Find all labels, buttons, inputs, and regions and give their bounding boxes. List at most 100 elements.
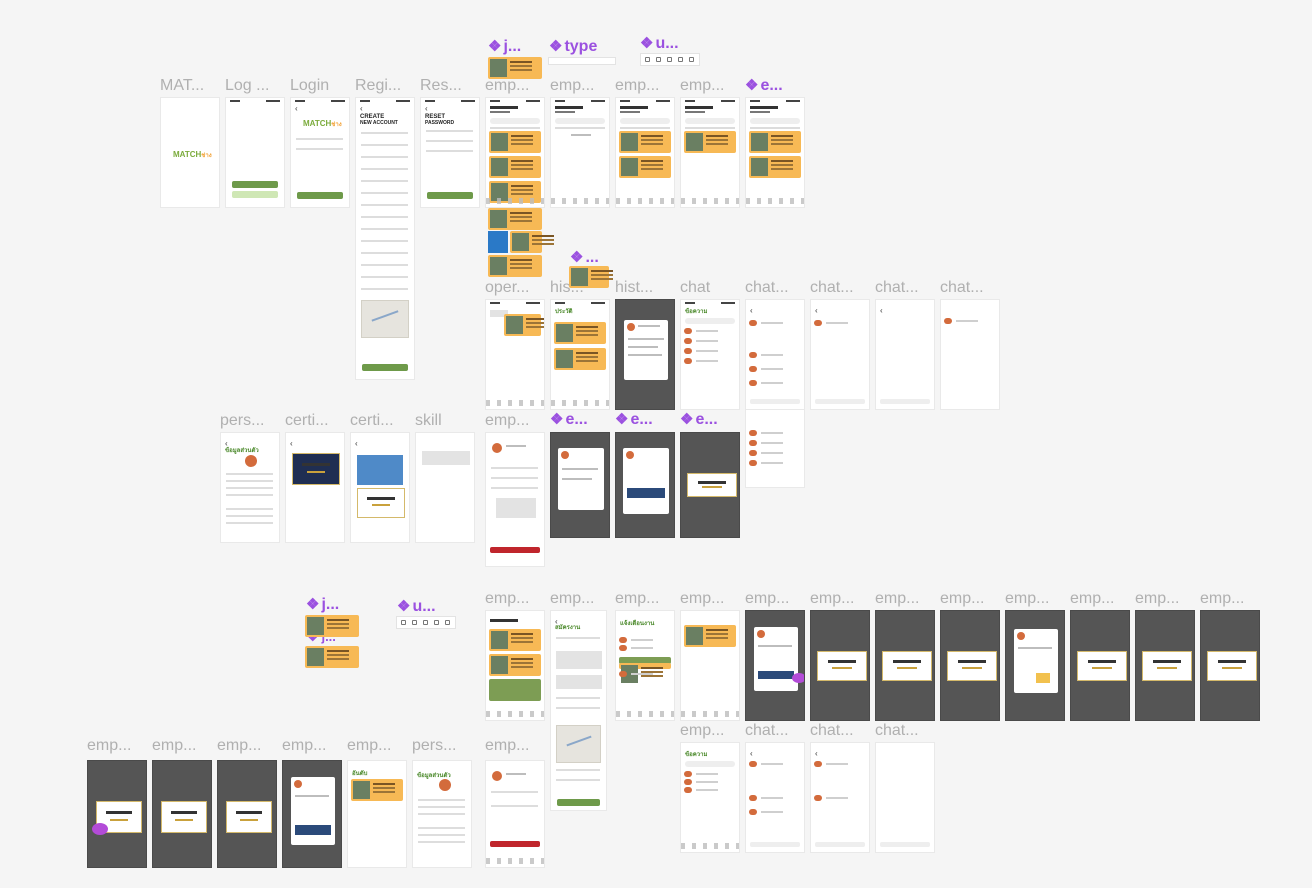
history-detail-screen[interactable] [615,299,675,410]
component-label[interactable]: ❖ e... [745,77,783,95]
skill-screen[interactable] [415,432,475,543]
splash-screen[interactable]: MATCHช่าง [160,97,220,208]
message-input[interactable] [750,399,800,404]
bottom-navbar[interactable] [486,711,544,717]
component-label[interactable]: ❖ u... [640,35,679,53]
bottom-navbar[interactable] [486,858,544,864]
message-input[interactable] [880,842,930,847]
certificate-modal-screen[interactable] [152,760,212,868]
chat-item[interactable] [684,328,718,334]
menu-item[interactable] [491,805,538,807]
component-label[interactable]: ❖j... [306,596,339,614]
certificate-modal-screen[interactable] [940,610,1000,721]
chat-room-screen[interactable]: ‹ [875,299,935,410]
employee-modal-screen[interactable] [745,610,805,721]
message-input[interactable] [815,399,865,404]
certificate-photo[interactable] [357,455,403,485]
message-input[interactable] [750,842,800,847]
chat-item[interactable] [684,348,718,354]
user-navbar-component[interactable] [396,616,456,629]
component-label[interactable]: ❖j... [488,38,521,56]
notification-item[interactable] [619,645,653,651]
detail-modal[interactable] [291,777,335,845]
type-tabs[interactable] [685,127,735,129]
component-label[interactable]: ❖ u... [397,598,436,616]
chat-room-screen[interactable] [940,299,1000,410]
job-card[interactable] [510,231,554,253]
search-input[interactable] [620,118,670,124]
form-field[interactable] [361,216,408,218]
certificate-modal-screen[interactable] [217,760,277,868]
component-label[interactable]: ❖... [570,249,599,267]
component-label[interactable]: ❖ type [549,38,597,56]
chat-item[interactable] [684,771,718,777]
chat-item[interactable] [684,787,718,793]
chat-item[interactable] [684,779,718,785]
password-field[interactable] [296,148,343,150]
bottom-navbar[interactable] [616,711,674,717]
location-map[interactable] [556,725,601,763]
certificate-modal-screen[interactable] [810,610,870,721]
employee-detail-modal-screen[interactable] [550,432,610,538]
certificate-image[interactable] [292,453,340,485]
certificate-image[interactable] [1142,651,1192,681]
personal-info-screen[interactable]: ข้อมูลส่วนตัว [412,760,472,868]
type-tabs[interactable] [750,127,800,129]
employee-jobs-screen[interactable] [485,610,545,721]
certificate-modal-screen[interactable] [1135,610,1195,721]
job-card[interactable] [489,156,541,178]
history-card[interactable] [554,322,606,344]
detail-modal[interactable] [754,627,798,691]
history-card[interactable] [554,348,606,370]
certificate-modal-screen[interactable] [87,760,147,868]
employee-detail-modal-screen[interactable] [615,432,675,538]
menu-item[interactable] [491,467,538,469]
certificate-screen[interactable]: ‹ [285,432,345,543]
submit-button[interactable] [557,799,600,806]
job-card[interactable] [489,654,541,676]
back-icon[interactable]: ‹ [360,104,363,113]
certificate-image[interactable] [1207,651,1257,681]
chat-room-screen[interactable]: ‹ [745,742,805,853]
certificate-image[interactable] [161,801,207,833]
form-field[interactable] [361,144,408,146]
apply-job-screen[interactable]: ‹ สมัครงาน [550,610,607,811]
confirm-button[interactable] [427,192,473,199]
back-icon[interactable]: ‹ [295,104,298,113]
job-card[interactable] [619,156,671,178]
bottom-navbar[interactable] [681,198,739,204]
employer-filter-screen[interactable] [615,97,675,208]
operation-screen[interactable] [485,299,545,410]
bottom-navbar[interactable] [681,843,739,849]
rank-screen[interactable]: อันดับ [347,760,407,868]
logout-button[interactable] [490,841,540,847]
job-card[interactable] [749,156,801,178]
employer-list-component[interactable] [745,97,805,208]
detail-modal[interactable] [1014,629,1058,693]
search-input[interactable] [750,118,800,124]
detail-modal[interactable] [558,448,604,510]
job-card-component[interactable] [305,615,359,637]
employee-modal-screen[interactable] [282,760,342,868]
menu-item[interactable] [491,477,538,479]
bottom-navbar[interactable] [746,198,804,204]
form-field[interactable] [556,707,600,709]
search-input[interactable] [685,761,735,767]
chat-item[interactable] [684,338,718,344]
certificate-modal-screen[interactable] [680,432,740,538]
chat-room-screen[interactable]: ‹ [810,299,870,410]
component-label[interactable]: ❖ e... [550,411,588,429]
certificate-image[interactable] [817,651,867,681]
menu-item[interactable] [491,487,538,489]
form-field[interactable] [556,779,600,781]
job-card[interactable] [488,255,542,277]
chat-list-screen[interactable]: ข้อความ [680,299,740,410]
back-icon[interactable]: ‹ [750,749,753,758]
detail-modal[interactable] [624,320,668,380]
back-icon[interactable]: ‹ [225,439,228,448]
bottom-navbar[interactable] [681,711,739,717]
login-screen[interactable]: ‹ MATCHช่าง [290,97,350,208]
notification-item[interactable] [619,671,653,677]
back-icon[interactable]: ‹ [425,104,428,113]
certificate-image[interactable] [226,801,272,833]
